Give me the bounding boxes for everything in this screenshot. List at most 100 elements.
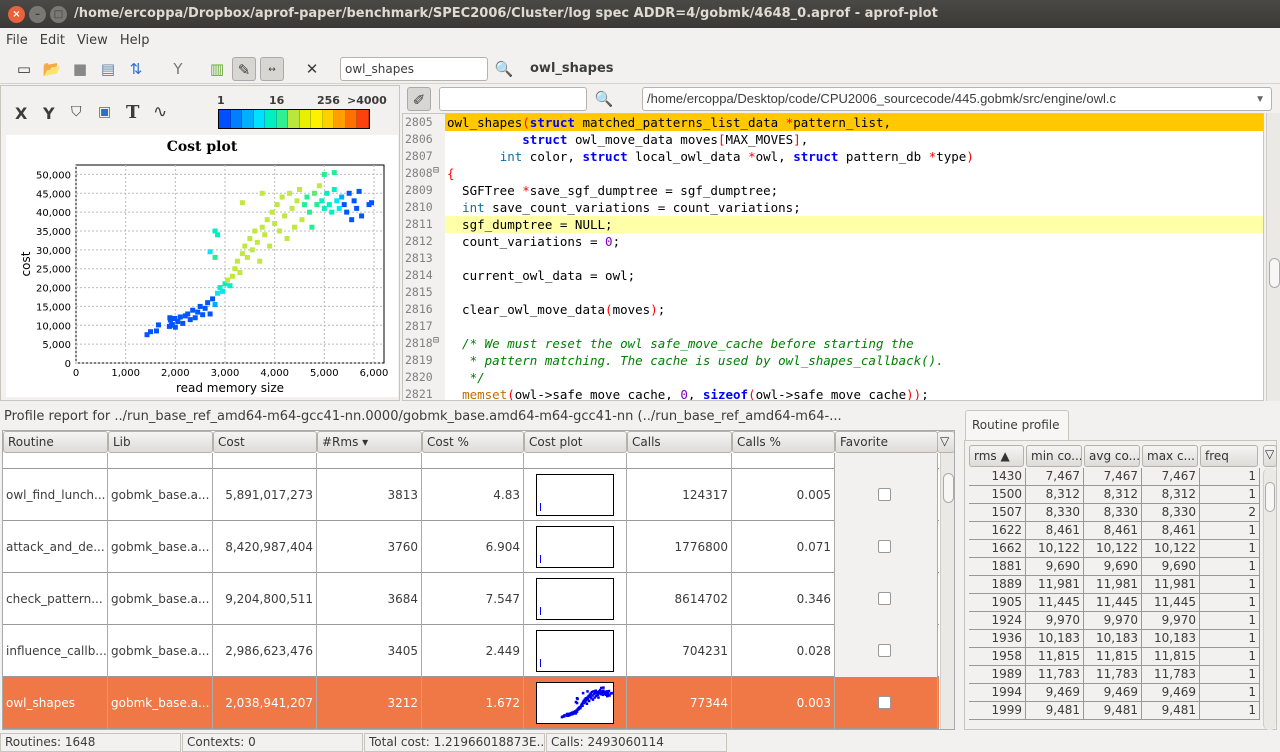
tools-icon[interactable]: ✕ [300,57,324,81]
menu-view[interactable]: View [71,28,114,53]
new-window-icon[interactable]: ▭ [12,57,36,81]
open-folder-icon[interactable]: 📂 [40,57,64,81]
save-plot-icon[interactable]: ▣ [98,104,111,120]
code-scrollbar[interactable] [1266,113,1280,401]
favorite-checkbox[interactable] [878,592,891,605]
routine-scrollbar[interactable] [1263,468,1276,730]
refresh-icon[interactable]: ⇅ [124,57,148,81]
data-point [234,258,240,264]
mini-plot-point [540,659,541,667]
table-row[interactable]: check_pattern... gobmk_base.a... 9,204,800… [3,573,939,625]
rp-row[interactable]: 1889 11,981 11,981 11,981 1 [969,576,1260,594]
favorite-checkbox[interactable] [878,488,891,501]
column-header-costplot[interactable]: Cost plot [524,431,627,453]
x-axis-tool-icon[interactable]: X [15,104,27,123]
mini-plot-point [602,686,605,689]
cell-favorite[interactable] [835,677,938,729]
rp-row[interactable]: 1430 7,467 7,467 7,467 1 [969,468,1260,486]
table-cell [524,453,627,469]
column-header-cost[interactable]: Cost % [422,431,524,453]
column-header-favorite[interactable]: Favorite [835,431,938,453]
rp-row[interactable]: 1507 8,330 8,330 8,330 2 [969,504,1260,522]
rp-row[interactable]: 1924 9,970 9,970 9,970 1 [969,612,1260,630]
cell-favorite[interactable] [835,521,938,573]
data-point [215,290,221,296]
table-row[interactable] [3,453,939,469]
routine-search-input[interactable]: owl_shapes [340,57,488,81]
code-editor[interactable]: 2805 owl_shapes(struct matched_patterns_l… [402,113,1264,401]
scroll-thumb[interactable] [1265,482,1275,512]
table-row[interactable]: attack_and_de... gobmk_base.a... 8,420,987… [3,521,939,573]
column-header-lib[interactable]: Lib [108,431,213,453]
favorite-checkbox[interactable] [878,540,891,553]
table-scrollbar[interactable] [940,453,954,729]
column-header-calls[interactable]: Calls [627,431,732,453]
table-row[interactable]: owl_shapes gobmk_base.a... 2,038,941,207 32… [3,677,939,729]
filter-points-icon[interactable]: ⛉ [71,104,82,120]
search-icon[interactable]: 🔍 [492,57,516,81]
menu-edit[interactable]: Edit [34,28,71,53]
y-axis-tool-icon[interactable]: Y [43,104,55,123]
menu-help[interactable]: Help [114,28,156,53]
data-point [205,300,211,306]
close-icon[interactable]: × [8,6,25,23]
rp-row[interactable]: 1989 11,783 11,783 11,783 1 [969,666,1260,684]
column-header-cost[interactable]: Cost [213,431,317,453]
fold-icon[interactable]: ⊟ [433,335,439,346]
rp-column-header[interactable]: avg co... [1084,445,1140,467]
menu-file[interactable]: File [0,28,34,53]
maximize-icon[interactable]: □ [50,6,67,23]
data-point [177,314,183,320]
fold-icon[interactable]: ⊟ [433,165,439,176]
data-point [289,205,295,211]
column-header-rms[interactable]: #Rms ▾ [317,431,422,453]
rp-cell: 1 [1200,594,1260,612]
column-header-calls[interactable]: Calls % [732,431,835,453]
minimize-icon[interactable]: – [29,6,46,23]
column-header-routine[interactable]: Routine [3,431,108,453]
file-path-select[interactable]: /home/ercoppa/Desktop/code/CPU2006_sourc… [642,87,1272,111]
rp-row[interactable]: 1936 10,183 10,183 10,183 1 [969,630,1260,648]
text-tool-icon[interactable]: T [126,102,139,123]
rp-row[interactable]: 1999 9,481 9,481 9,481 1 [969,702,1260,720]
data-point [242,243,248,249]
rp-cell: 1 [1200,666,1260,684]
cell-favorite[interactable] [835,625,938,677]
favorite-checkbox[interactable] [878,696,891,709]
rp-row[interactable]: 1881 9,690 9,690 9,690 1 [969,558,1260,576]
folder-icon[interactable]: ▤ [96,57,120,81]
scroll-thumb[interactable] [1269,258,1280,288]
cell-favorite[interactable] [835,573,938,625]
y-tick-label: 15,000 [36,302,71,313]
rp-row[interactable]: 1622 8,461 8,461 8,461 1 [969,522,1260,540]
rp-row[interactable]: 1905 11,445 11,445 11,445 1 [969,594,1260,612]
column-filter-icon[interactable]: ▽ [1263,445,1277,467]
code-search-icon[interactable]: 🔍 [592,87,616,111]
merge-icon[interactable]: Y [166,57,190,81]
table-row[interactable]: influence_callb... gobmk_base.a... 2,986,6… [3,625,939,677]
save-icon[interactable]: ■ [68,57,92,81]
scroll-thumb[interactable] [943,473,954,503]
rp-row[interactable]: 1500 8,312 8,312 8,312 1 [969,486,1260,504]
favorite-checkbox[interactable] [878,644,891,657]
rp-column-header[interactable]: rms ▲ [969,445,1024,467]
chevron-down-icon[interactable]: ▼ [1255,91,1265,109]
column-filter-icon[interactable]: ▽ [937,431,954,453]
rp-row[interactable]: 1994 9,469 9,469 9,469 1 [969,684,1260,702]
notes-icon[interactable]: ✎ [232,57,256,81]
table-row[interactable]: owl_find_lunch... gobmk_base.a... 5,891,01… [3,469,939,521]
rp-row[interactable]: 1662 10,122 10,122 10,122 1 [969,540,1260,558]
code-search-input[interactable] [439,87,587,111]
code-token: ; [921,387,929,401]
link-icon[interactable]: ✐ [407,87,431,111]
cell-favorite[interactable] [835,469,938,521]
rp-column-header[interactable]: freq [1200,445,1258,467]
rp-column-header[interactable]: max c... [1142,445,1198,467]
rp-row[interactable]: 1958 11,815 11,815 11,815 1 [969,648,1260,666]
code-token: owl->safe_move_cache [755,387,907,401]
compare-icon[interactable]: ↔ [260,57,284,81]
fit-curve-icon[interactable]: ∿ [153,102,167,122]
bar-chart-icon[interactable]: ▥ [205,57,229,81]
rp-column-header[interactable]: min co... [1026,445,1082,467]
tab-routine-profile[interactable]: Routine profile [965,410,1069,441]
